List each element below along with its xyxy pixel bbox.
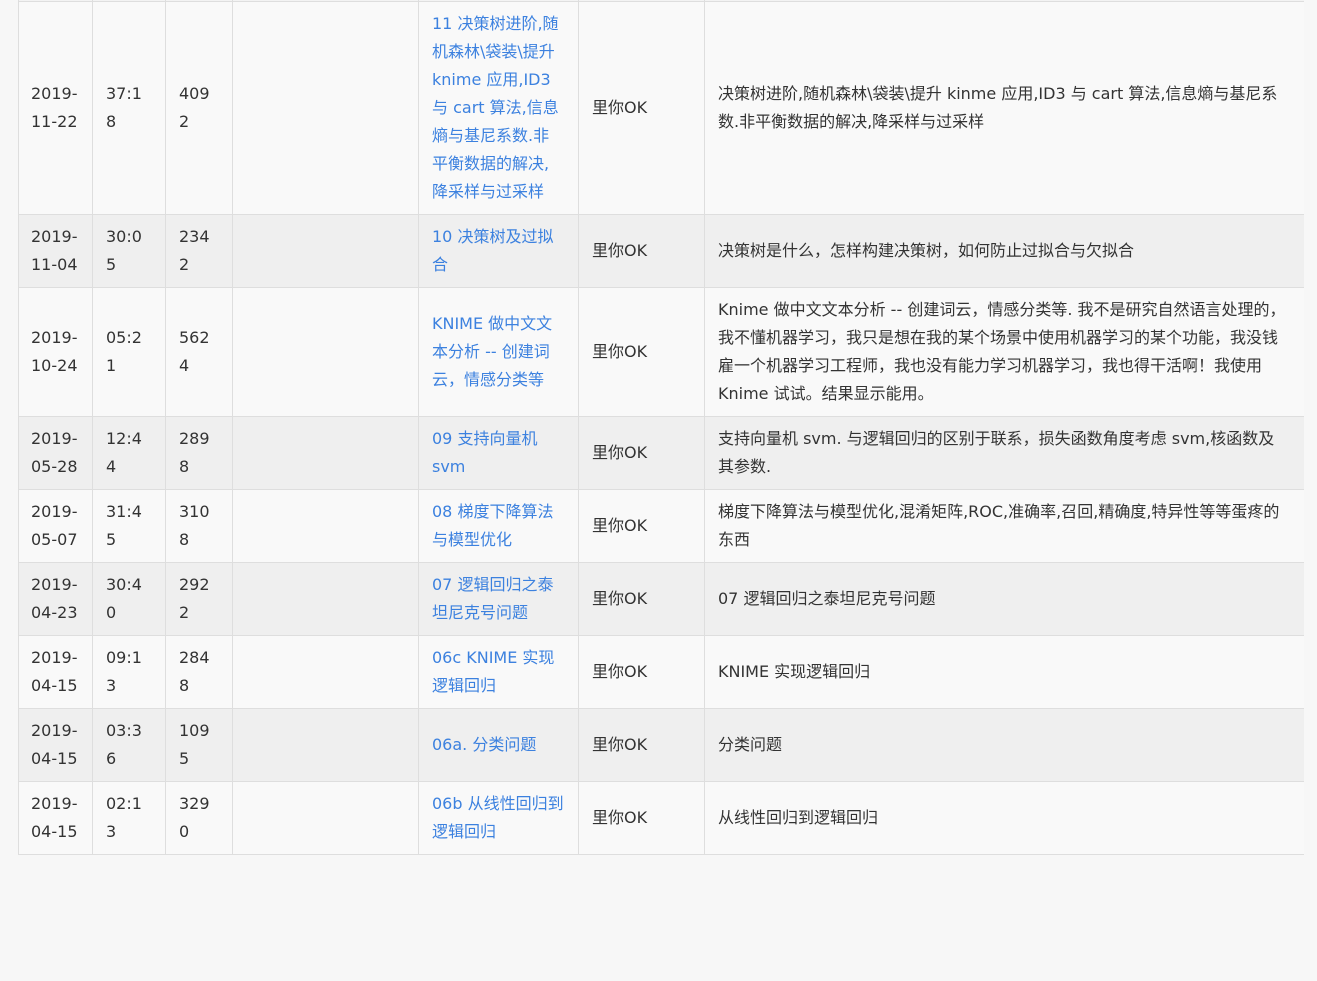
- table-body: 2019-11-22 37:18 4092 11 决策树进阶,随机森林\袋装\提升 k…: [18, 0, 1304, 855]
- description-cell: 支持向量机 svm. 与逻辑回归的区别于联系，损失函数角度考虑 svm,核函数及…: [704, 416, 1304, 490]
- video-title-link[interactable]: 10 决策树及过拟合: [432, 227, 553, 274]
- title-cell: 06c KNIME 实现逻辑回归: [418, 635, 579, 709]
- video-title-link[interactable]: KNIME 做中文文本分析 -- 创建词云，情感分类等: [432, 314, 552, 389]
- views-cell: 2848: [165, 635, 233, 709]
- table-row: 2019-04-15 09:13 2848 06c KNIME 实现逻辑回归 里你OK K…: [18, 635, 1304, 709]
- empty-cell: [232, 562, 419, 636]
- date-cell: 2019-04-15: [18, 781, 93, 855]
- video-title-link[interactable]: 11 决策树进阶,随机森林\袋装\提升 knime 应用,ID3 与 cart …: [432, 14, 559, 201]
- author-cell: 里你OK: [578, 214, 705, 288]
- views-cell: 2342: [165, 214, 233, 288]
- date-cell: 2019-11-04: [18, 214, 93, 288]
- description-cell: 从线性回归到逻辑回归: [704, 781, 1304, 855]
- views-cell: 3108: [165, 489, 233, 563]
- duration-cell: 30:05: [92, 214, 166, 288]
- author-cell: 里你OK: [578, 489, 705, 563]
- duration-cell: 05:21: [92, 287, 166, 417]
- title-cell: 06b 从线性回归到逻辑回归: [418, 781, 579, 855]
- empty-cell: [232, 1, 419, 215]
- title-cell: 08 梯度下降算法与模型优化: [418, 489, 579, 563]
- title-cell: 07 逻辑回归之泰坦尼克号问题: [418, 562, 579, 636]
- duration-cell: 02:13: [92, 781, 166, 855]
- table-row: 2019-04-15 02:13 3290 06b 从线性回归到逻辑回归 里你OK 从线性…: [18, 781, 1304, 855]
- date-cell: 2019-04-23: [18, 562, 93, 636]
- title-cell: 11 决策树进阶,随机森林\袋装\提升 knime 应用,ID3 与 cart …: [418, 1, 579, 215]
- empty-cell: [232, 214, 419, 288]
- table-row: 2019-05-28 12:44 2898 09 支持向量机 svm 里你OK 支持向量机…: [18, 416, 1304, 490]
- empty-cell: [232, 708, 419, 782]
- table-row: 2019-05-07 31:45 3108 08 梯度下降算法与模型优化 里你OK 梯度下…: [18, 489, 1304, 563]
- empty-cell: [232, 489, 419, 563]
- views-cell: 1095: [165, 708, 233, 782]
- table-row: 2019-04-23 30:40 2922 07 逻辑回归之泰坦尼克号问题 里你OK 07…: [18, 562, 1304, 636]
- description-cell: Knime 做中文文本分析 -- 创建词云，情感分类等. 我不是研究自然语言处理…: [704, 287, 1304, 417]
- video-title-link[interactable]: 09 支持向量机 svm: [432, 429, 537, 476]
- description-cell: KNIME 实现逻辑回归: [704, 635, 1304, 709]
- table-row: 2019-10-24 05:21 5624 KNIME 做中文文本分析 -- 创建词云…: [18, 287, 1304, 417]
- table-row: 2019-04-15 03:36 1095 06a. 分类问题 里你OK 分类问题: [18, 708, 1304, 782]
- video-title-link[interactable]: 08 梯度下降算法与模型优化: [432, 502, 553, 549]
- views-cell: 4092: [165, 1, 233, 215]
- empty-cell: [232, 287, 419, 417]
- date-cell: 2019-05-28: [18, 416, 93, 490]
- video-title-link[interactable]: 07 逻辑回归之泰坦尼克号问题: [432, 575, 553, 622]
- table-row: 2019-11-04 30:05 2342 10 决策树及过拟合 里你OK 决策树是什么，…: [18, 214, 1304, 288]
- views-cell: 5624: [165, 287, 233, 417]
- date-cell: 2019-10-24: [18, 287, 93, 417]
- date-cell: 2019-04-15: [18, 708, 93, 782]
- views-cell: 2922: [165, 562, 233, 636]
- duration-cell: 31:45: [92, 489, 166, 563]
- empty-cell: [232, 635, 419, 709]
- author-cell: 里你OK: [578, 781, 705, 855]
- video-title-link[interactable]: 06b 从线性回归到逻辑回归: [432, 794, 564, 841]
- empty-cell: [232, 781, 419, 855]
- video-list-table: 2019-11-22 37:18 4092 11 决策树进阶,随机森林\袋装\提升 k…: [18, 0, 1304, 855]
- duration-cell: 03:36: [92, 708, 166, 782]
- title-cell: 06a. 分类问题: [418, 708, 579, 782]
- duration-cell: 12:44: [92, 416, 166, 490]
- author-cell: 里你OK: [578, 635, 705, 709]
- author-cell: 里你OK: [578, 287, 705, 417]
- empty-cell: [232, 416, 419, 490]
- duration-cell: 09:13: [92, 635, 166, 709]
- table-row: 2019-11-22 37:18 4092 11 决策树进阶,随机森林\袋装\提升 k…: [18, 1, 1304, 215]
- title-cell: 10 决策树及过拟合: [418, 214, 579, 288]
- date-cell: 2019-11-22: [18, 1, 93, 215]
- video-list-table-container: 2019-11-22 37:18 4092 11 决策树进阶,随机森林\袋装\提升 k…: [18, 0, 1304, 981]
- author-cell: 里你OK: [578, 562, 705, 636]
- author-cell: 里你OK: [578, 416, 705, 490]
- video-title-link[interactable]: 06c KNIME 实现逻辑回归: [432, 648, 554, 695]
- author-cell: 里你OK: [578, 1, 705, 215]
- title-cell: 09 支持向量机 svm: [418, 416, 579, 490]
- author-cell: 里你OK: [578, 708, 705, 782]
- description-cell: 决策树进阶,随机森林\袋装\提升 kinme 应用,ID3 与 cart 算法,…: [704, 1, 1304, 215]
- date-cell: 2019-04-15: [18, 635, 93, 709]
- description-cell: 07 逻辑回归之泰坦尼克号问题: [704, 562, 1304, 636]
- description-cell: 梯度下降算法与模型优化,混淆矩阵,ROC,准确率,召回,精确度,特异性等等蛋疼的…: [704, 489, 1304, 563]
- title-cell: KNIME 做中文文本分析 -- 创建词云，情感分类等: [418, 287, 579, 417]
- date-cell: 2019-05-07: [18, 489, 93, 563]
- video-title-link[interactable]: 06a. 分类问题: [432, 735, 536, 754]
- duration-cell: 37:18: [92, 1, 166, 215]
- views-cell: 3290: [165, 781, 233, 855]
- description-cell: 决策树是什么，怎样构建决策树，如何防止过拟合与欠拟合: [704, 214, 1304, 288]
- duration-cell: 30:40: [92, 562, 166, 636]
- description-cell: 分类问题: [704, 708, 1304, 782]
- views-cell: 2898: [165, 416, 233, 490]
